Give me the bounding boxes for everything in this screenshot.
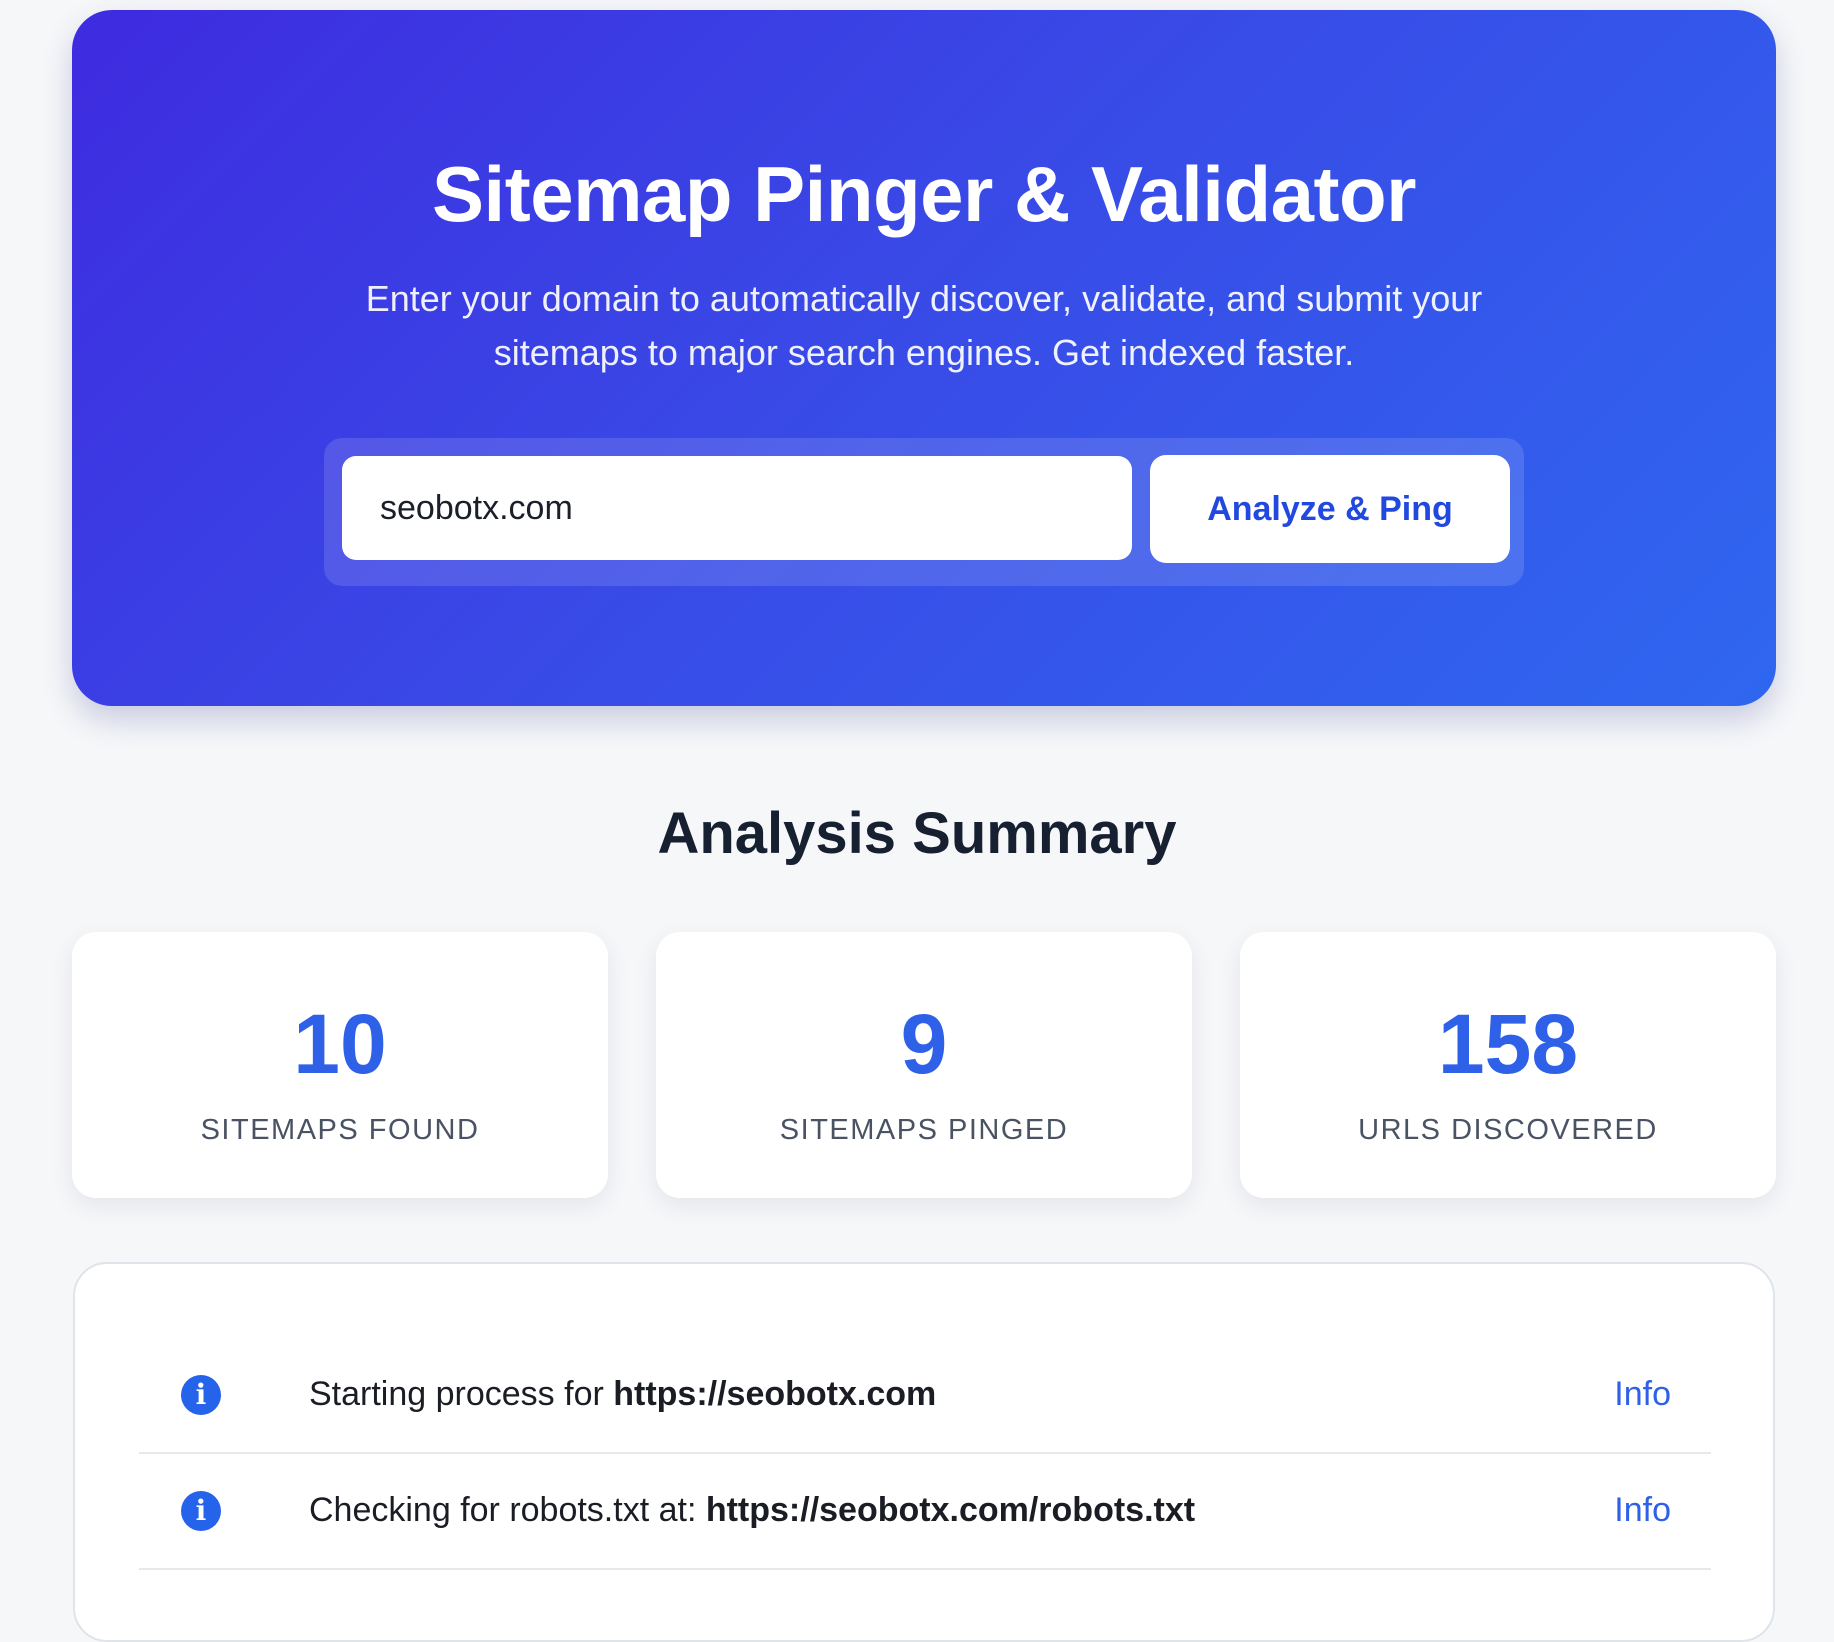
- domain-input[interactable]: [342, 456, 1132, 560]
- log-message-prefix: Starting process for: [309, 1375, 614, 1413]
- hero-title: Sitemap Pinger & Validator: [432, 150, 1416, 238]
- stat-value: 158: [1437, 997, 1579, 1091]
- log-level-badge[interactable]: Info: [1614, 1370, 1671, 1418]
- analyze-ping-button[interactable]: Analyze & Ping: [1150, 455, 1510, 563]
- info-icon: i: [181, 1491, 221, 1531]
- stat-label: Sitemaps Found: [200, 1114, 480, 1146]
- stat-card-sitemaps-found: 10 Sitemaps Found: [72, 932, 608, 1198]
- stat-label: URLs Discovered: [1358, 1114, 1658, 1146]
- log-message: Starting process for https://seobotx.com: [309, 1370, 936, 1418]
- hero-banner: Sitemap Pinger & Validator Enter your do…: [72, 10, 1776, 706]
- log-message-prefix: Checking for robots.txt at:: [309, 1491, 706, 1529]
- log-message-url: https://seobotx.com/robots.txt: [705, 1491, 1196, 1529]
- log-message-url: https://seobotx.com: [613, 1375, 937, 1413]
- domain-search-form: Analyze & Ping: [324, 438, 1524, 586]
- stat-card-sitemaps-pinged: 9 Sitemaps Pinged: [656, 932, 1192, 1198]
- stat-label: Sitemaps Pinged: [779, 1114, 1069, 1146]
- hero-description: Enter your domain to automatically disco…: [365, 278, 1483, 373]
- stat-value: 9: [900, 997, 948, 1091]
- log-entry: i Starting process for https://seobotx.c…: [139, 1338, 1711, 1454]
- stat-card-urls-discovered: 158 URLs Discovered: [1240, 932, 1776, 1198]
- info-icon: i: [181, 1375, 221, 1415]
- log-message: Checking for robots.txt at: https://seob…: [309, 1486, 1195, 1534]
- process-log-panel: i Starting process for https://seobotx.c…: [73, 1262, 1775, 1642]
- analysis-summary-title: Analysis Summary: [657, 801, 1177, 866]
- stat-value: 10: [293, 997, 387, 1091]
- log-entry: i Checking for robots.txt at: https://se…: [139, 1454, 1711, 1570]
- log-level-badge[interactable]: Info: [1614, 1486, 1671, 1534]
